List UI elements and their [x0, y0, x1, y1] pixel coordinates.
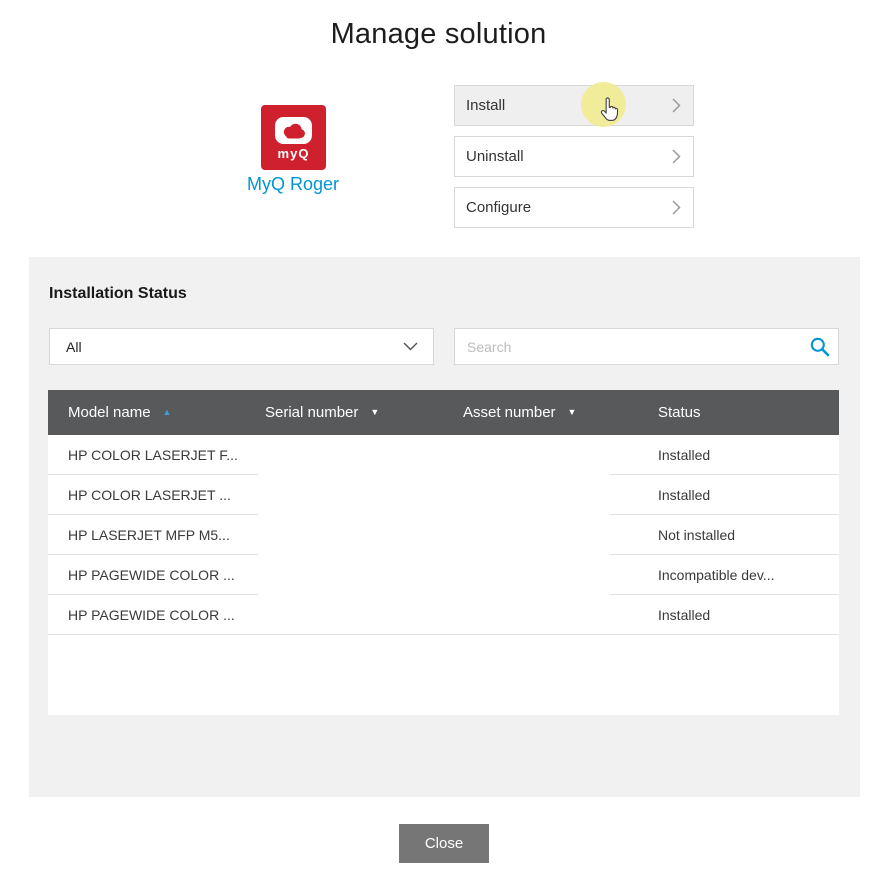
- table-header-row: Model name ▲ Serial number ▼ Asset numbe…: [48, 390, 839, 435]
- close-button[interactable]: Close: [399, 824, 489, 863]
- column-header-serial-number[interactable]: Serial number ▼: [258, 404, 455, 421]
- model-name-cell: HP PAGEWIDE COLOR ...: [48, 555, 258, 595]
- search-input[interactable]: [454, 328, 839, 365]
- uninstall-button[interactable]: Uninstall: [454, 136, 694, 177]
- status-cell: Installed: [610, 475, 839, 515]
- status-filter-dropdown[interactable]: All: [49, 328, 434, 365]
- installation-status-panel: Installation Status All Model name ▲ Ser…: [29, 257, 860, 797]
- asset-number-cell: [455, 555, 610, 595]
- column-header-status[interactable]: Status: [610, 404, 839, 421]
- asset-number-cell: [455, 515, 610, 555]
- device-table: Model name ▲ Serial number ▼ Asset numbe…: [48, 390, 839, 715]
- sort-asc-icon: ▲: [163, 408, 172, 417]
- table-row[interactable]: HP COLOR LASERJET F... Installed: [48, 435, 839, 475]
- uninstall-button-label: Uninstall: [466, 148, 524, 165]
- table-row[interactable]: HP PAGEWIDE COLOR ... Incompatible dev..…: [48, 555, 839, 595]
- panel-heading: Installation Status: [49, 285, 187, 303]
- chevron-down-icon: [403, 342, 418, 351]
- table-empty-area: [48, 635, 839, 715]
- status-cell: Not installed: [610, 515, 839, 555]
- model-name-cell: HP PAGEWIDE COLOR ...: [48, 595, 258, 635]
- chevron-right-icon: [672, 98, 681, 113]
- chevron-right-icon: [672, 200, 681, 215]
- column-header-model-name[interactable]: Model name ▲: [48, 404, 258, 421]
- status-cell: Installed: [610, 435, 839, 475]
- model-name-cell: HP LASERJET MFP M5...: [48, 515, 258, 555]
- page-title: Manage solution: [0, 18, 877, 51]
- table-row[interactable]: HP COLOR LASERJET ... Installed: [48, 475, 839, 515]
- myq-logo-text: myQ: [278, 146, 310, 161]
- asset-number-cell: [455, 475, 610, 515]
- table-row[interactable]: HP PAGEWIDE COLOR ... Installed: [48, 595, 839, 635]
- asset-number-cell: [455, 595, 610, 635]
- chevron-right-icon: [672, 149, 681, 164]
- serial-number-cell: [258, 515, 455, 555]
- myq-cloud-icon: [275, 117, 312, 144]
- install-button-label: Install: [466, 97, 505, 114]
- model-name-cell: HP COLOR LASERJET F...: [48, 435, 258, 475]
- asset-number-cell: [455, 435, 610, 475]
- sort-desc-icon: ▼: [568, 408, 577, 417]
- status-cell: Installed: [610, 595, 839, 635]
- model-name-cell: HP COLOR LASERJET ...: [48, 475, 258, 515]
- configure-button[interactable]: Configure: [454, 187, 694, 228]
- search-icon[interactable]: [809, 336, 830, 357]
- solution-name: MyQ Roger: [193, 174, 393, 195]
- install-button[interactable]: Install: [454, 85, 694, 126]
- column-header-asset-number[interactable]: Asset number ▼: [455, 404, 610, 421]
- status-cell: Incompatible dev...: [610, 555, 839, 595]
- configure-button-label: Configure: [466, 199, 531, 216]
- serial-number-cell: [258, 475, 455, 515]
- serial-number-cell: [258, 555, 455, 595]
- table-row[interactable]: HP LASERJET MFP M5... Not installed: [48, 515, 839, 555]
- search-box: [454, 328, 839, 365]
- sort-desc-icon: ▼: [370, 408, 379, 417]
- serial-number-cell: [258, 595, 455, 635]
- myq-logo: myQ: [261, 105, 326, 170]
- status-filter-value: All: [66, 339, 82, 355]
- serial-number-cell: [258, 435, 455, 475]
